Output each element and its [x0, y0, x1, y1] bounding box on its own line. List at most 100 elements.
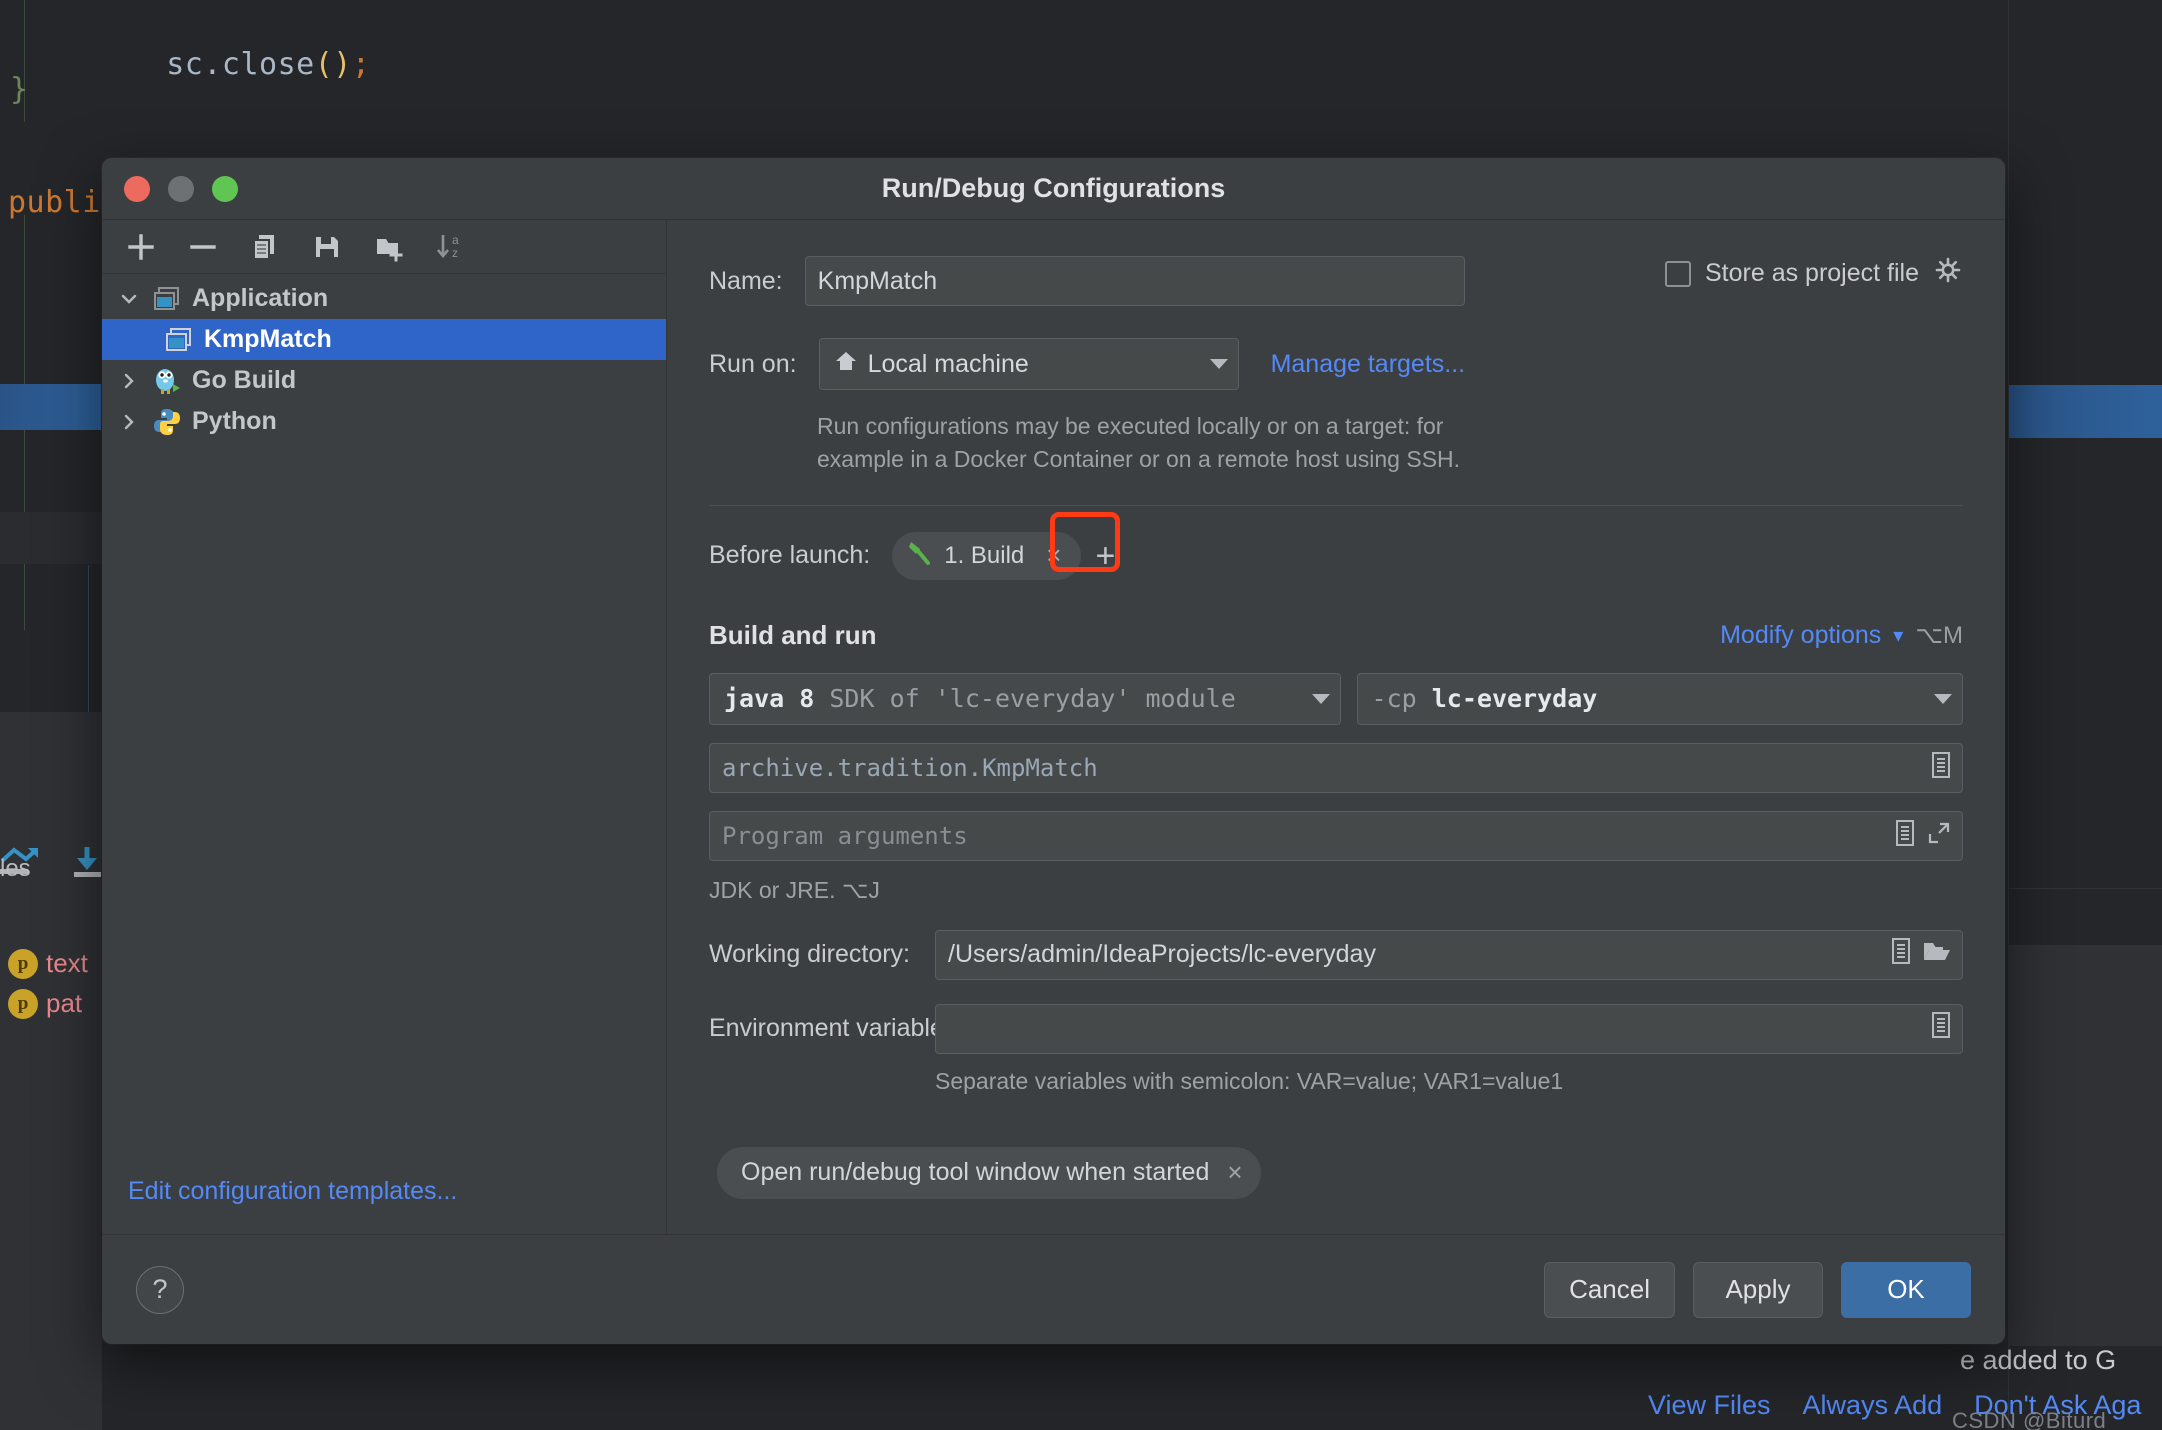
tree-toolbar: a z	[102, 220, 666, 274]
manage-targets-link[interactable]: Manage targets...	[1271, 350, 1466, 379]
python-icon	[152, 407, 182, 437]
environment-variables-field-icons[interactable]	[1930, 1005, 1952, 1053]
sort-alphabetically-icon[interactable]: a z	[428, 226, 474, 268]
dialog-footer: ? Cancel Apply OK	[102, 1234, 2005, 1344]
open-tool-window-chip[interactable]: Open run/debug tool window when started …	[717, 1146, 1261, 1199]
remove-icon[interactable]	[180, 226, 226, 268]
chevron-right-icon[interactable]	[116, 412, 142, 432]
always-add-link[interactable]: Always Add	[1803, 1390, 1943, 1421]
tool-window-chip-row: Open run/debug tool window when started …	[709, 1146, 1963, 1199]
variable-row[interactable]: p pat	[8, 988, 82, 1019]
new-folder-icon[interactable]	[366, 226, 412, 268]
edit-configuration-templates-link[interactable]: Edit configuration templates...	[128, 1177, 457, 1206]
add-icon[interactable]	[118, 226, 164, 268]
configurations-tree: Application KmpMatch Go Build Python	[102, 274, 666, 442]
jre-select[interactable]: java 8 SDK of 'lc-everyday' module	[709, 672, 1341, 725]
working-directory-value: /Users/admin/IdeaProjects/lc-everyday	[948, 940, 1376, 969]
working-directory-field-icons[interactable]	[1890, 931, 1952, 979]
maximize-window-icon[interactable]	[212, 175, 238, 202]
chevron-right-icon[interactable]	[116, 371, 142, 391]
chevron-down-icon[interactable]	[116, 289, 142, 309]
gear-icon[interactable]	[1933, 256, 1963, 291]
variable-name: text	[46, 948, 88, 978]
tree-node-kmpmatch[interactable]: KmpMatch	[102, 319, 666, 360]
run-on-hint-line1: Run configurations may be executed local…	[817, 413, 1444, 439]
jre-value: java 8 SDK of 'lc-everyday' module	[724, 684, 1294, 713]
chevron-down-icon[interactable]	[1311, 693, 1330, 704]
sdk-and-classpath-row: java 8 SDK of 'lc-everyday' module -cp l…	[709, 672, 1963, 725]
minimize-window-icon[interactable]	[168, 175, 194, 202]
jre-description: SDK of 'lc-everyday' module	[829, 684, 1236, 714]
classpath-prefix: -cp	[1371, 684, 1417, 714]
run-on-hint: Run configurations may be executed local…	[817, 410, 1963, 477]
browse-class-icon[interactable]	[1930, 751, 1952, 785]
section-divider	[709, 504, 1963, 506]
name-label: Name:	[709, 266, 783, 295]
build-and-run-header: Build and run Modify options ▾ ⌥M	[709, 620, 1963, 651]
copy-icon[interactable]	[242, 226, 288, 268]
main-class-input[interactable]: archive.tradition.KmpMatch	[709, 742, 1963, 793]
insert-macro-icon[interactable]	[1894, 819, 1916, 853]
tree-node-go-build[interactable]: Go Build	[102, 360, 666, 401]
tree-node-python[interactable]: Python	[102, 401, 666, 442]
store-as-project-file-checkbox[interactable]	[1665, 260, 1691, 287]
dialog-title: Run/Debug Configurations	[881, 173, 1226, 203]
modify-options-group[interactable]: Modify options ▾ ⌥M	[1720, 621, 1963, 650]
run-on-label: Run on:	[709, 349, 797, 378]
expand-editor-icon[interactable]	[1926, 820, 1952, 852]
help-button[interactable]: ?	[136, 1265, 184, 1314]
close-window-icon[interactable]	[124, 175, 150, 202]
remove-tool-window-option-icon[interactable]: ×	[1227, 1157, 1242, 1188]
parameter-badge-icon: p	[8, 988, 38, 1019]
panel-divider	[2009, 888, 2162, 889]
classpath-value: -cp lc-everyday	[1372, 684, 1916, 713]
chevron-down-icon[interactable]	[1209, 359, 1228, 369]
window-controls[interactable]	[124, 175, 238, 202]
program-arguments-input[interactable]: Program arguments	[709, 810, 1963, 861]
application-icon	[164, 325, 194, 355]
remove-before-launch-icon[interactable]: ×	[1034, 540, 1073, 571]
environment-variables-label: Environment variables:	[709, 1014, 964, 1043]
modify-options-link[interactable]: Modify options	[1720, 621, 1881, 650]
modify-options-shortcut: ⌥M	[1915, 621, 1963, 649]
code-line-public: publi	[8, 185, 101, 220]
application-icon	[152, 284, 182, 314]
before-launch-build-chip[interactable]: 1. Build ×	[892, 531, 1082, 580]
program-arguments-field-icons[interactable]	[1894, 812, 1952, 860]
variables-tab-label: les	[0, 855, 31, 882]
classpath-module-select[interactable]: -cp lc-everyday	[1356, 672, 1963, 725]
svg-text:a: a	[452, 233, 459, 247]
view-files-link[interactable]: View Files	[1648, 1390, 1771, 1421]
parameter-badge-icon: p	[8, 948, 38, 979]
dialog-action-buttons: Cancel Apply OK	[1544, 1261, 1971, 1318]
run-on-select[interactable]: Local machine	[818, 338, 1239, 390]
browse-folder-icon[interactable]	[1922, 938, 1952, 971]
name-input-value: KmpMatch	[817, 266, 938, 295]
insert-macro-icon[interactable]	[1890, 937, 1912, 972]
build-and-run-title: Build and run	[709, 619, 877, 650]
cancel-button[interactable]: Cancel	[1544, 1261, 1675, 1318]
add-before-launch-icon[interactable]: +	[1095, 539, 1115, 573]
environment-variables-row: Environment variables:	[709, 1003, 1963, 1054]
store-as-project-file-row[interactable]: Store as project file	[1665, 256, 1963, 291]
chevron-down-icon[interactable]	[1934, 693, 1952, 704]
tree-node-application[interactable]: Application	[102, 278, 666, 319]
apply-button[interactable]: Apply	[1693, 1261, 1823, 1318]
tree-node-label: Go Build	[192, 366, 297, 394]
before-launch-chip-label: 1. Build	[944, 541, 1025, 569]
variable-row[interactable]: p text	[8, 948, 88, 979]
dialog-titlebar[interactable]: Run/Debug Configurations	[102, 158, 2005, 220]
build-hammer-icon	[906, 538, 934, 573]
environment-variables-input[interactable]	[935, 1003, 1963, 1054]
git-notification-text: e added to G	[1960, 1345, 2117, 1375]
edit-variables-icon[interactable]	[1930, 1011, 1952, 1046]
working-directory-input[interactable]: /Users/admin/IdeaProjects/lc-everyday	[935, 929, 1963, 980]
configurations-tree-pane: a z Application KmpMatch Go Build Python…	[102, 220, 667, 1234]
main-class-field-icons[interactable]	[1930, 744, 1952, 792]
chevron-down-icon[interactable]: ▾	[1893, 623, 1903, 648]
working-directory-label: Working directory:	[709, 940, 910, 969]
configuration-form: Name: KmpMatch Store as project file Run…	[667, 220, 2005, 1234]
name-input[interactable]: KmpMatch	[804, 256, 1465, 306]
save-icon[interactable]	[304, 226, 350, 268]
ok-button[interactable]: OK	[1841, 1261, 1971, 1318]
